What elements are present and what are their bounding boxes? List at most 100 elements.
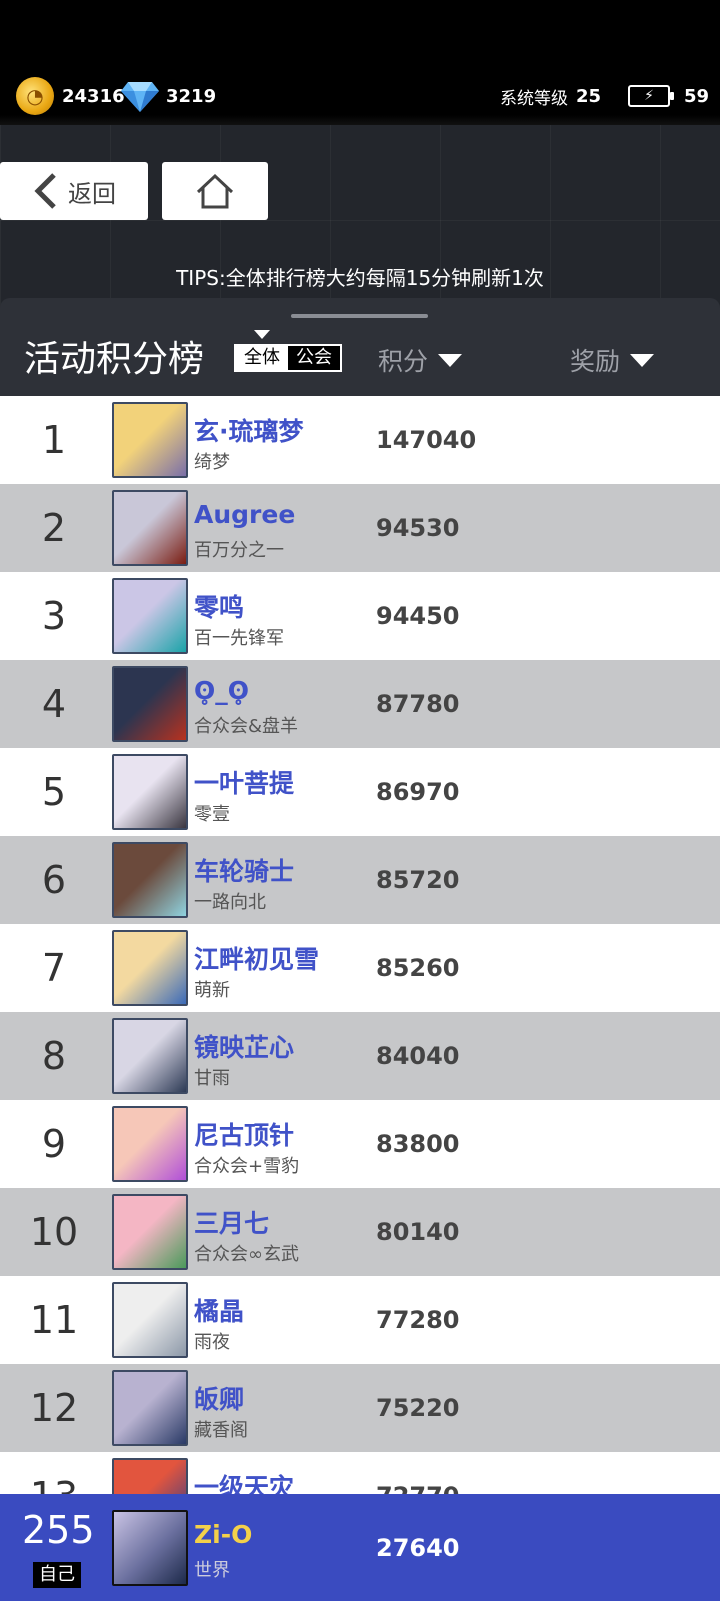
avatar[interactable] bbox=[112, 1106, 188, 1182]
tab-guild[interactable]: 公会 bbox=[288, 346, 340, 370]
system-level: 系统等级 25 bbox=[500, 76, 601, 116]
score-value: 85260 bbox=[376, 954, 460, 982]
tips-text: TIPS:全体排行榜大约每隔15分钟刷新1次 bbox=[176, 266, 544, 290]
score-value: 75220 bbox=[376, 1394, 460, 1422]
home-button[interactable] bbox=[162, 162, 268, 220]
battery-icon: ⚡ bbox=[628, 85, 674, 107]
guild-name: 百万分之一 bbox=[194, 540, 284, 561]
score-value: 86970 bbox=[376, 778, 460, 806]
board-title: 活动积分榜 bbox=[24, 339, 205, 380]
avatar[interactable] bbox=[112, 1458, 188, 1494]
table-row[interactable]: 6 车轮骑士 一路向北 85720 bbox=[0, 836, 720, 924]
table-row[interactable]: 4 ʘ̥_ʘ̥ 合众会&盘羊 87780 bbox=[0, 660, 720, 748]
tab-all[interactable]: 全体 bbox=[236, 346, 288, 370]
guild-name: 萌新 bbox=[194, 980, 230, 1001]
table-row[interactable]: 10 三月七 合众会∞玄武 80140 bbox=[0, 1188, 720, 1276]
avatar[interactable] bbox=[112, 930, 188, 1006]
score-column-label: 积分 bbox=[378, 347, 429, 376]
coin-icon: ◔ bbox=[16, 77, 54, 115]
player-name: ʘ̥_ʘ̥ bbox=[194, 676, 250, 705]
player-name: 玄·琉璃梦 bbox=[194, 417, 304, 446]
score-value: 94450 bbox=[376, 602, 460, 630]
rank-number: 13 bbox=[0, 1452, 108, 1494]
table-row[interactable]: 8 镜映芷心 甘雨 84040 bbox=[0, 1012, 720, 1100]
self-rank: 255 bbox=[22, 1508, 95, 1552]
guild-name: 合众会&盘羊 bbox=[194, 716, 299, 737]
coin-value: 24316 bbox=[62, 85, 125, 107]
avatar[interactable] bbox=[112, 842, 188, 918]
avatar[interactable] bbox=[112, 1282, 188, 1358]
guild-name: 合众会+雪豹 bbox=[194, 1156, 300, 1177]
self-ranking-row[interactable]: 255 自己 Zi-O 世界 27640 bbox=[0, 1494, 720, 1601]
score-value: 77280 bbox=[376, 1306, 460, 1334]
rank-number: 5 bbox=[41, 770, 67, 814]
coin-counter: ◔ 24316 bbox=[16, 76, 125, 116]
avatar[interactable] bbox=[112, 1510, 188, 1586]
rank-number: 4 bbox=[41, 682, 67, 726]
avatar[interactable] bbox=[112, 1370, 188, 1446]
score-value: 147040 bbox=[376, 426, 477, 454]
score-value: 83800 bbox=[376, 1130, 460, 1158]
self-guild: 世界 bbox=[194, 1560, 230, 1581]
player-name: 镜映芷心 bbox=[194, 1033, 295, 1062]
table-row[interactable]: 9 尼古顶针 合众会+雪豹 83800 bbox=[0, 1100, 720, 1188]
player-name: 江畔初见雪 bbox=[194, 945, 320, 974]
table-row[interactable]: 3 零鸣 百一先锋军 94450 bbox=[0, 572, 720, 660]
caret-down-icon bbox=[630, 353, 655, 367]
score-value: 87780 bbox=[376, 690, 460, 718]
avatar[interactable] bbox=[112, 754, 188, 830]
back-label: 返回 bbox=[68, 179, 116, 208]
table-row[interactable]: 12 皈卿 藏香阁 75220 bbox=[0, 1364, 720, 1452]
ranking-list[interactable]: 1 玄·琉璃梦 绮梦 147040 2 Augree 百万分之一 94530 3 零鸣 百一先锋军 9… bbox=[0, 396, 720, 1494]
scope-tabs: 全体 公会 bbox=[234, 344, 342, 372]
home-icon bbox=[196, 173, 234, 209]
score-value: 72770 bbox=[376, 1482, 460, 1494]
player-name: 皈卿 bbox=[194, 1385, 245, 1414]
gem-value: 3219 bbox=[166, 85, 217, 107]
guild-name: 零壹 bbox=[194, 804, 230, 825]
gem-counter: 3219 bbox=[120, 76, 216, 116]
diamond-icon bbox=[121, 82, 159, 112]
rank-number: 1 bbox=[41, 418, 67, 462]
avatar[interactable] bbox=[112, 578, 188, 654]
avatar[interactable] bbox=[112, 1018, 188, 1094]
rank-number: 8 bbox=[41, 1034, 67, 1078]
rank-number: 7 bbox=[41, 946, 67, 990]
avatar[interactable] bbox=[112, 490, 188, 566]
tab-indicator-arrow bbox=[254, 330, 270, 339]
avatar[interactable] bbox=[112, 402, 188, 478]
self-score: 27640 bbox=[376, 1534, 460, 1562]
score-value: 80140 bbox=[376, 1218, 460, 1246]
system-level-value: 25 bbox=[576, 85, 602, 107]
player-name: Augree bbox=[194, 500, 296, 529]
player-name: 一叶菩提 bbox=[194, 769, 295, 798]
back-button[interactable]: 返回 bbox=[0, 162, 148, 220]
table-row[interactable]: 11 橘晶 雨夜 77280 bbox=[0, 1276, 720, 1364]
rank-number: 3 bbox=[41, 594, 67, 638]
guild-name: 一路向北 bbox=[194, 892, 266, 913]
drag-handle[interactable] bbox=[291, 314, 428, 318]
chevron-left-icon bbox=[34, 173, 56, 209]
rank-number: 11 bbox=[29, 1298, 79, 1342]
rank-number: 9 bbox=[41, 1122, 67, 1166]
score-value: 94530 bbox=[376, 514, 460, 542]
energy-counter: ⚡ 59 bbox=[628, 76, 709, 116]
guild-name: 雨夜 bbox=[194, 1332, 230, 1353]
reward-column-header[interactable]: 奖励 bbox=[570, 342, 655, 378]
score-column-header[interactable]: 积分 bbox=[378, 342, 463, 378]
table-row[interactable]: 13 一级天灾 72770 bbox=[0, 1452, 720, 1494]
score-value: 85720 bbox=[376, 866, 460, 894]
rank-number: 10 bbox=[29, 1210, 79, 1254]
player-name: 三月七 bbox=[194, 1209, 270, 1238]
avatar[interactable] bbox=[112, 1194, 188, 1270]
table-row[interactable]: 7 江畔初见雪萌新 85260 bbox=[0, 924, 720, 1012]
self-name: Zi-O bbox=[194, 1520, 253, 1549]
player-name: 车轮骑士 bbox=[194, 857, 295, 886]
table-row[interactable]: 5 一叶菩提零壹 86970 bbox=[0, 748, 720, 836]
guild-name: 甘雨 bbox=[194, 1068, 230, 1089]
table-row[interactable]: 1 玄·琉璃梦 绮梦 147040 bbox=[0, 396, 720, 484]
guild-name: 百一先锋军 bbox=[194, 628, 284, 649]
table-row[interactable]: 2 Augree 百万分之一 94530 bbox=[0, 484, 720, 572]
avatar[interactable] bbox=[112, 666, 188, 742]
guild-name: 藏香阁 bbox=[194, 1420, 248, 1441]
